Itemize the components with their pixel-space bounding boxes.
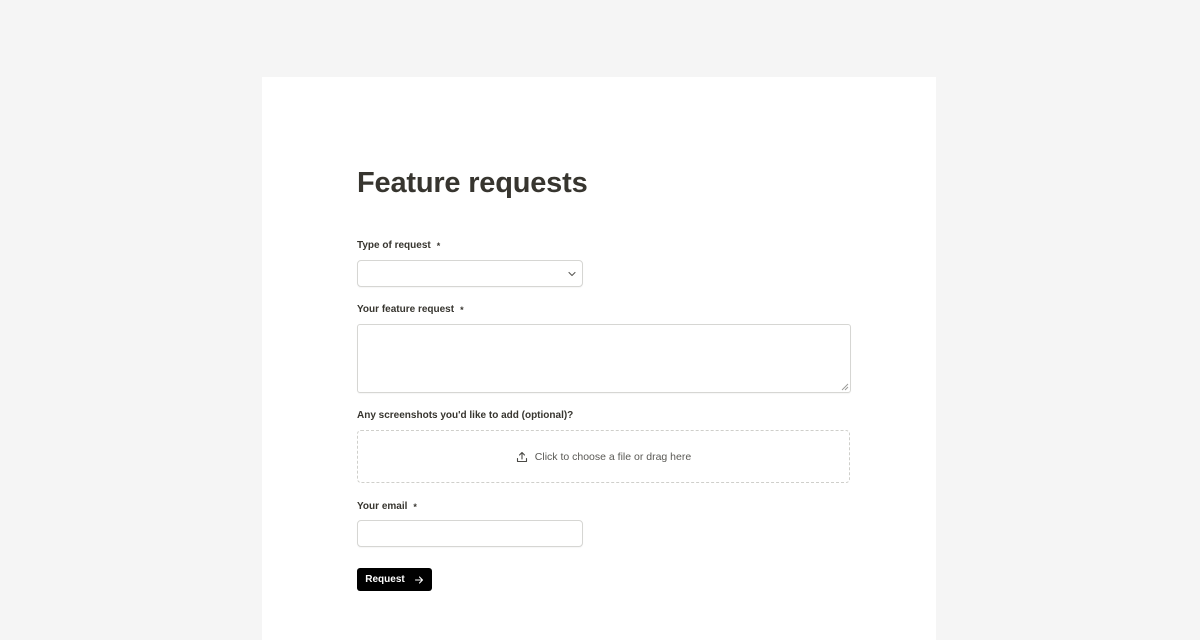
email-input[interactable]	[357, 520, 583, 547]
email-label-text: Your email	[357, 501, 408, 512]
required-marker: *	[436, 240, 441, 251]
email-label: Your email *	[357, 501, 417, 512]
request-button-label: Request	[365, 574, 405, 585]
required-marker: *	[460, 304, 464, 315]
request-submit-button[interactable]: Request	[357, 568, 432, 591]
feature-request-label: Your feature request *	[357, 304, 464, 315]
screenshots-label: Any screenshots you'd like to add (optio…	[357, 410, 573, 421]
form-card: Feature requests Type of request * Your …	[262, 77, 936, 640]
file-upload-dropzone[interactable]: Click to choose a file or drag here	[357, 430, 850, 483]
upload-text: Click to choose a file or drag here	[534, 450, 692, 463]
chevron-down-icon	[568, 271, 576, 277]
page-title: Feature requests	[357, 167, 588, 199]
required-marker: *	[413, 501, 417, 512]
arrow-right-icon	[414, 575, 423, 584]
dropzone-content: Click to choose a file or drag here	[516, 451, 691, 463]
feature-request-textarea[interactable]	[357, 324, 851, 393]
resize-grip-icon[interactable]	[841, 383, 849, 391]
screenshots-label-text: Any screenshots you'd like to add (optio…	[357, 410, 574, 421]
type-of-request-select[interactable]	[357, 260, 583, 287]
feature-request-label-text: Your feature request	[357, 304, 455, 315]
type-of-request-label-text: Type of request	[357, 240, 431, 251]
upload-icon	[516, 451, 527, 462]
type-of-request-label: Type of request *	[357, 240, 440, 251]
